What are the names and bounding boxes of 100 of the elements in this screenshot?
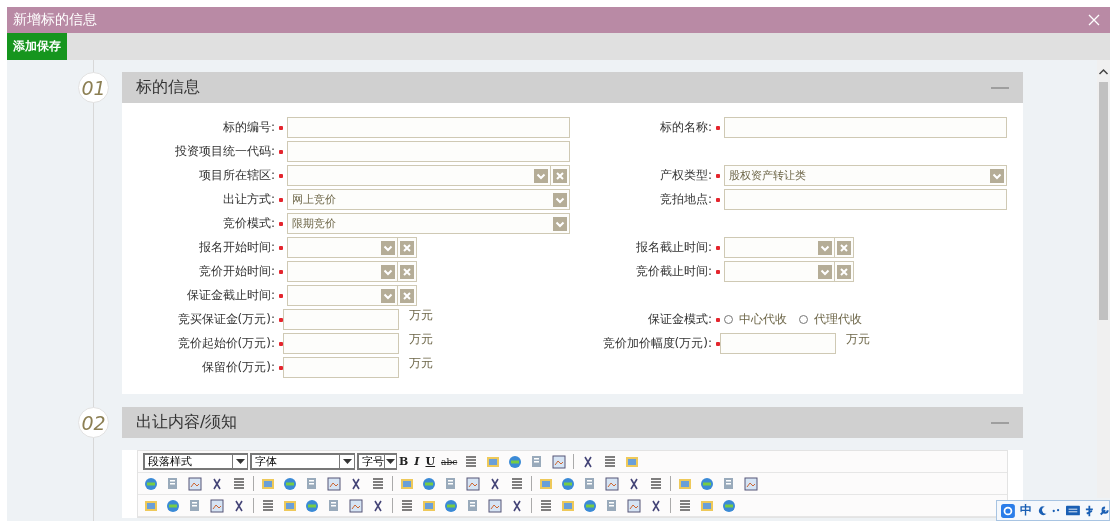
dropdown-icon[interactable]	[818, 240, 832, 255]
dropdown-field[interactable]: 股权资产转让类	[724, 165, 1007, 186]
dropdown-icon[interactable]	[381, 288, 395, 303]
picture-frame-icon[interactable]	[326, 475, 342, 492]
step-number: 02	[78, 407, 109, 438]
close-icon[interactable]	[1088, 14, 1100, 26]
scrollbar[interactable]	[1097, 60, 1110, 498]
dropdown-icon[interactable]	[381, 240, 395, 255]
clear-icon[interactable]	[400, 264, 414, 279]
globe-icon[interactable]	[282, 475, 298, 492]
clear-icon[interactable]	[400, 288, 414, 303]
format-button[interactable]: U	[425, 455, 436, 468]
globe-icon[interactable]	[443, 497, 459, 514]
list-icon[interactable]	[648, 475, 664, 492]
radio-label[interactable]: 代理代收	[814, 311, 862, 328]
amount-field[interactable]	[283, 333, 399, 354]
caret-icon[interactable]	[386, 458, 395, 465]
format-button[interactable]: I	[414, 455, 420, 468]
globe-icon[interactable]	[560, 475, 576, 492]
globe-icon[interactable]	[304, 497, 320, 514]
dropdown-icon[interactable]	[818, 264, 832, 279]
format-button[interactable]: abc	[441, 456, 458, 467]
clear-icon[interactable]	[837, 264, 851, 279]
keyboard-icon[interactable]	[1066, 505, 1080, 516]
amount-field[interactable]	[283, 309, 399, 330]
amount-field[interactable]	[283, 357, 399, 378]
amount-field[interactable]	[720, 333, 836, 354]
dropdown-icon[interactable]	[381, 264, 395, 279]
globe-icon[interactable]	[582, 497, 598, 514]
style-dropdown[interactable]: 段落样式	[143, 453, 248, 470]
picture-frame-icon[interactable]	[551, 453, 568, 470]
caret-icon[interactable]	[235, 458, 245, 465]
app-logo-icon[interactable]	[1001, 502, 1015, 519]
dropdown-field[interactable]: 限期竞价	[287, 213, 570, 234]
list-icon[interactable]	[677, 497, 693, 514]
dropdown-field[interactable]: 网上竞价	[287, 189, 570, 210]
dropdown-icon[interactable]	[553, 216, 567, 231]
punctuation-icon[interactable]	[1052, 506, 1061, 515]
tool-icon[interactable]	[1084, 504, 1094, 517]
field-label: 竞价截止时间:	[634, 263, 712, 280]
wrench-icon[interactable]	[1098, 504, 1109, 517]
list-icon[interactable]	[231, 475, 247, 492]
list-icon[interactable]	[260, 497, 276, 514]
date-field[interactable]	[287, 237, 417, 258]
picture-frame-icon[interactable]	[487, 497, 503, 514]
text-field[interactable]	[287, 141, 570, 162]
clear-icon[interactable]	[400, 240, 414, 255]
date-field[interactable]	[287, 261, 417, 282]
picture-frame-icon[interactable]	[348, 497, 364, 514]
text-field[interactable]	[724, 117, 1007, 138]
globe-icon[interactable]	[507, 453, 524, 470]
picture-frame-icon[interactable]	[604, 475, 620, 492]
field-label: 标的名称:	[658, 119, 712, 136]
unit-label: 万元	[409, 331, 433, 348]
globe-icon[interactable]	[699, 475, 715, 492]
field-label: 产权类型:	[658, 167, 712, 184]
moon-icon[interactable]	[1036, 504, 1048, 517]
field-label: 竞价加价幅度(万元):	[601, 335, 712, 352]
picture-frame-icon[interactable]	[465, 475, 481, 492]
field-label: 投资项目统一代码:	[173, 143, 275, 160]
list-icon[interactable]	[538, 497, 554, 514]
globe-icon[interactable]	[721, 497, 737, 514]
field-label: 保留价(万元):	[200, 359, 275, 376]
text-field[interactable]	[287, 117, 570, 138]
dropdown-icon[interactable]	[990, 168, 1004, 183]
globe-icon[interactable]	[421, 475, 437, 492]
clear-icon[interactable]	[553, 168, 567, 183]
field-label: 标的编号:	[221, 119, 275, 136]
field-label: 出让方式:	[221, 191, 275, 208]
picture-frame-icon[interactable]	[743, 475, 759, 492]
dropdown-field[interactable]	[287, 165, 570, 186]
globe-icon[interactable]	[143, 475, 159, 492]
format-button[interactable]: B	[399, 455, 409, 468]
field-label: 报名截止时间:	[634, 239, 712, 256]
field-label: 保证金模式:	[646, 311, 712, 328]
date-field[interactable]	[287, 285, 417, 306]
dropdown-icon[interactable]	[534, 168, 548, 183]
date-field[interactable]	[724, 237, 854, 258]
scroll-up-icon[interactable]	[1098, 68, 1109, 76]
picture-frame-icon[interactable]	[626, 497, 642, 514]
section-title: 出让内容/须知	[136, 412, 238, 433]
list-icon[interactable]	[509, 475, 525, 492]
list-icon[interactable]	[399, 497, 415, 514]
unit-label: 万元	[409, 307, 433, 324]
radio-label[interactable]: 中心代收	[739, 311, 787, 328]
unit-label: 万元	[409, 355, 433, 372]
text-field[interactable]	[724, 189, 1007, 210]
list-icon[interactable]	[370, 475, 386, 492]
save-button[interactable]: 添加保存	[7, 33, 67, 60]
date-field[interactable]	[724, 261, 854, 282]
input-mode-label[interactable]: 中	[1019, 502, 1032, 519]
picture-frame-icon[interactable]	[209, 497, 225, 514]
style-dropdown[interactable]: 字号	[357, 453, 397, 470]
style-dropdown[interactable]: 字体	[250, 453, 355, 470]
dropdown-icon[interactable]	[553, 192, 567, 207]
caret-icon[interactable]	[342, 458, 352, 465]
globe-icon[interactable]	[165, 497, 181, 514]
picture-frame-icon[interactable]	[187, 475, 203, 492]
clear-icon[interactable]	[837, 240, 851, 255]
field-label: 竞价开始时间:	[197, 263, 275, 280]
